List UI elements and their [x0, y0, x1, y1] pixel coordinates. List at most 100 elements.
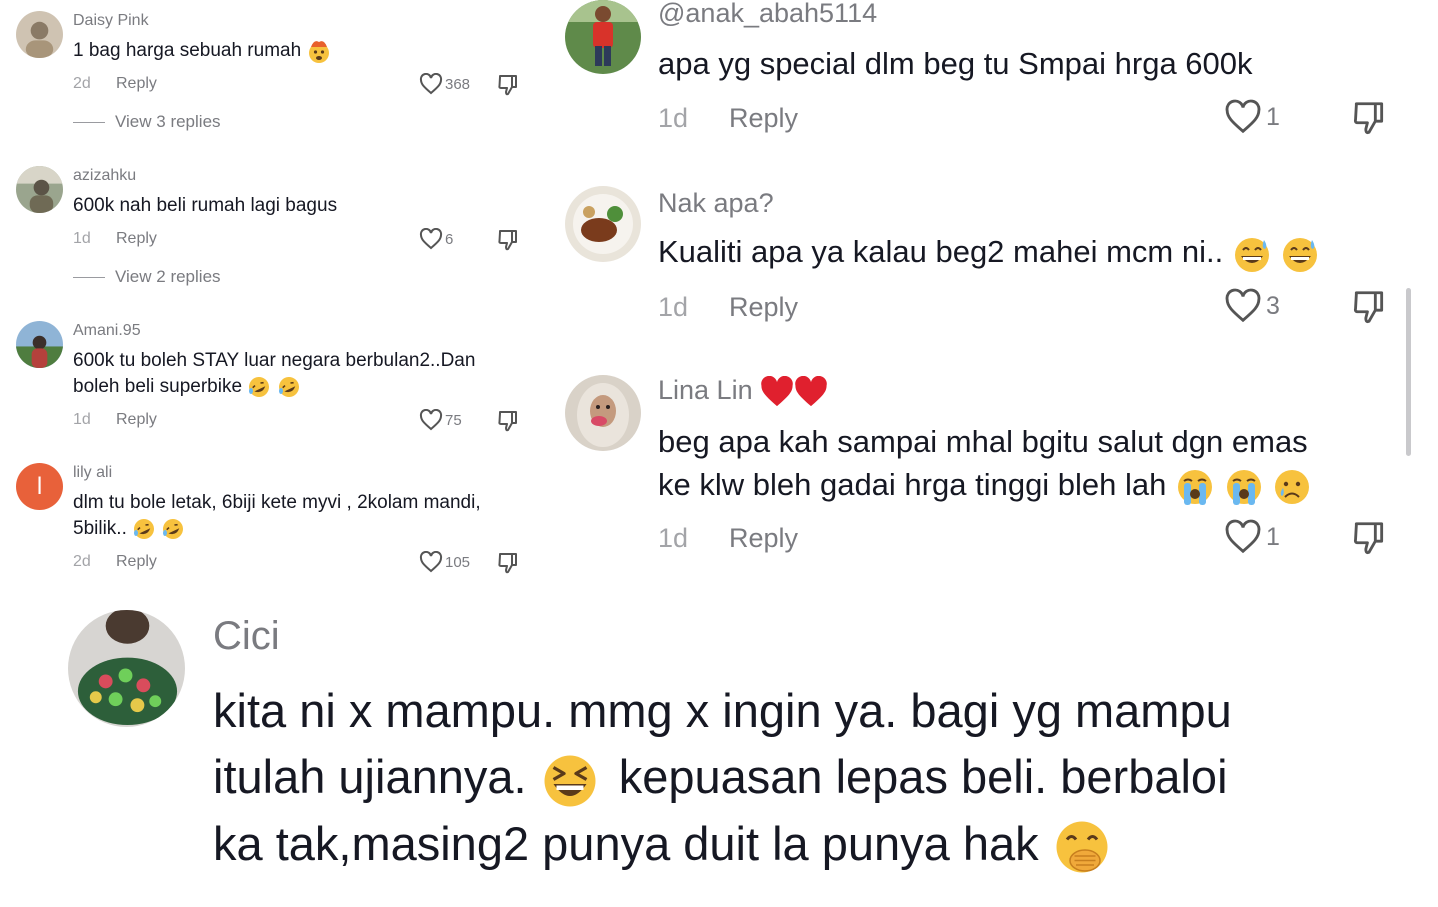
- comment-text: Kualiti apa ya kalau beg2 mahei mcm ni..: [658, 230, 1320, 274]
- like-button[interactable]: 1: [1224, 519, 1280, 555]
- comment-item: Daisy Pink 1 bag harga sebuah rumah 2d R…: [0, 0, 540, 140]
- like-button[interactable]: 105: [419, 551, 470, 573]
- comment-time: 2d: [73, 553, 91, 570]
- like-button[interactable]: 1: [1224, 99, 1280, 135]
- avatar[interactable]: l: [16, 463, 63, 510]
- comment-username[interactable]: azizahku: [73, 167, 136, 185]
- avatar[interactable]: [16, 11, 63, 58]
- like-count: 1: [1266, 522, 1280, 551]
- view-replies-label: View 2 replies: [115, 267, 221, 286]
- comment-text-line: 600k tu boleh STAY luar negara berbulan2…: [73, 350, 476, 371]
- divider-line: [73, 276, 105, 278]
- comment-username[interactable]: Cici: [213, 614, 280, 659]
- comment-text: 1 bag harga sebuah rumah: [73, 38, 332, 64]
- like-button[interactable]: 3: [1224, 288, 1280, 324]
- avatar[interactable]: [16, 166, 63, 213]
- heart-icon: [1225, 288, 1261, 323]
- rofl-emoji-icon: [163, 518, 184, 539]
- avatar[interactable]: [565, 0, 641, 74]
- comment-time: 2d: [73, 75, 91, 92]
- like-button[interactable]: 75: [419, 409, 462, 431]
- comment-username[interactable]: lily ali: [73, 464, 112, 482]
- comment-text: beg apa kah sampai mhal bgitu salut dgn …: [658, 420, 1312, 507]
- scrollbar[interactable]: [1406, 288, 1411, 456]
- loudly-crying-emoji-icon: [1226, 469, 1261, 505]
- dislike-button[interactable]: [497, 551, 519, 575]
- comment-item: Lina Lin beg apa kah sampai mhal bgitu s…: [550, 375, 1438, 575]
- divider-line: [73, 121, 105, 123]
- comment-username[interactable]: Daisy Pink: [73, 12, 149, 30]
- comments-panel-left: Daisy Pink 1 bag harga sebuah rumah 2d R…: [0, 0, 540, 590]
- rofl-emoji-icon: [249, 376, 270, 397]
- comment-username-text: Lina Lin: [658, 375, 753, 405]
- comment-text-line: ka tak,masing2 punya duit la punya hak: [213, 811, 1232, 878]
- comment-text: apa yg special dlm beg tu Smpai hrga 600…: [658, 46, 1253, 81]
- hand-over-mouth-emoji-icon: [1056, 821, 1108, 873]
- reply-button[interactable]: Reply: [729, 103, 798, 134]
- comment-item: Amani.95 600k tu boleh STAY luar negara …: [0, 310, 540, 440]
- reply-button[interactable]: Reply: [116, 75, 157, 93]
- avatar[interactable]: [68, 610, 185, 727]
- comment-text-body: 1 bag harga sebuah rumah: [73, 40, 302, 62]
- comments-panel-right: @anak_abah5114 apa yg special dlm beg tu…: [550, 0, 1438, 590]
- comment-text-line: itulah ujiannya. kepuasan lepas beli. be…: [213, 744, 1232, 811]
- avatar[interactable]: [565, 375, 641, 451]
- reply-button[interactable]: Reply: [116, 411, 157, 429]
- thumbs-down-icon: [1353, 102, 1384, 135]
- like-count: 1: [1266, 102, 1280, 131]
- comment-text-line: kita ni x mampu. mmg x ingin ya. bagi yg…: [213, 684, 1232, 737]
- view-replies-label: View 3 replies: [115, 112, 221, 131]
- loudly-crying-emoji-icon: [1178, 469, 1213, 505]
- view-replies-button[interactable]: View 3 replies: [73, 112, 221, 132]
- comment-text-line: ke klw bleh gadai hrga tinggi bleh lah: [658, 463, 1312, 507]
- reply-button[interactable]: Reply: [116, 230, 157, 248]
- comment-item: l lily ali dlm tu bole letak, 6biji kete…: [0, 452, 540, 582]
- comment-username[interactable]: @anak_abah5114: [658, 0, 877, 29]
- comment-text: dlm tu bole letak, 6biji kete myvi , 2ko…: [73, 490, 481, 542]
- comment-time: 1d: [73, 411, 91, 428]
- comment-text-line-body: itulah ujiannya.: [213, 750, 527, 803]
- like-count: 3: [1266, 291, 1280, 320]
- thumbs-down-icon: [498, 553, 517, 574]
- comment-text-line: dlm tu bole letak, 6biji kete myvi , 2ko…: [73, 492, 481, 513]
- heart-icon: [1225, 519, 1261, 554]
- comment-item: azizahku 600k nah beli rumah lagi bagus …: [0, 155, 540, 295]
- dislike-button[interactable]: [497, 409, 519, 433]
- dislike-button[interactable]: [1351, 519, 1387, 557]
- comment-text-line-body: boleh beli superbike: [73, 376, 243, 397]
- comment-time: 1d: [658, 292, 689, 322]
- comment-item: @anak_abah5114 apa yg special dlm beg tu…: [550, 0, 1438, 160]
- reply-button[interactable]: Reply: [729, 523, 798, 554]
- rofl-emoji-icon: [278, 376, 299, 397]
- comment-username[interactable]: Amani.95: [73, 322, 141, 340]
- comment-username[interactable]: Lina Lin: [658, 375, 828, 408]
- avatar[interactable]: [16, 321, 63, 368]
- dislike-button[interactable]: [497, 228, 519, 252]
- comments-panel-bottom: Cici kita ni x mampu. mmg x ingin ya. ba…: [0, 600, 1438, 907]
- comment-text: 600k tu boleh STAY luar negara berbulan2…: [73, 348, 475, 400]
- laughing-squint-emoji-icon: [544, 755, 596, 807]
- thumbs-down-icon: [498, 230, 517, 251]
- avatar[interactable]: [565, 186, 641, 262]
- comment-item: Nak apa? Kualiti apa ya kalau beg2 mahei…: [550, 186, 1438, 346]
- comment-text-line-body: ka tak,masing2 punya duit la punya hak: [213, 816, 1039, 870]
- dislike-button[interactable]: [1351, 99, 1387, 137]
- thumbs-down-icon: [498, 411, 517, 432]
- like-button[interactable]: 6: [419, 228, 453, 250]
- dislike-button[interactable]: [497, 73, 519, 97]
- reply-button[interactable]: Reply: [116, 553, 157, 571]
- crying-emoji-icon: [1275, 469, 1310, 504]
- red-heart-emoji-icon: [795, 375, 827, 407]
- like-count: 105: [445, 553, 471, 571]
- comment-time: 1d: [658, 103, 689, 133]
- comment-text-body: Kualiti apa ya kalau beg2 mahei mcm ni..: [658, 234, 1224, 269]
- reply-button[interactable]: Reply: [729, 292, 798, 323]
- comment-text-line: 5bilik..: [73, 516, 481, 542]
- comment-time: 1d: [73, 230, 91, 247]
- comment-username[interactable]: Nak apa?: [658, 188, 774, 219]
- grinning-sweat-emoji-icon: [1283, 237, 1318, 272]
- view-replies-button[interactable]: View 2 replies: [73, 267, 221, 287]
- dislike-button[interactable]: [1351, 288, 1387, 326]
- like-button[interactable]: 368: [419, 73, 470, 95]
- comment-text: kita ni x mampu. mmg x ingin ya. bagi yg…: [213, 678, 1232, 877]
